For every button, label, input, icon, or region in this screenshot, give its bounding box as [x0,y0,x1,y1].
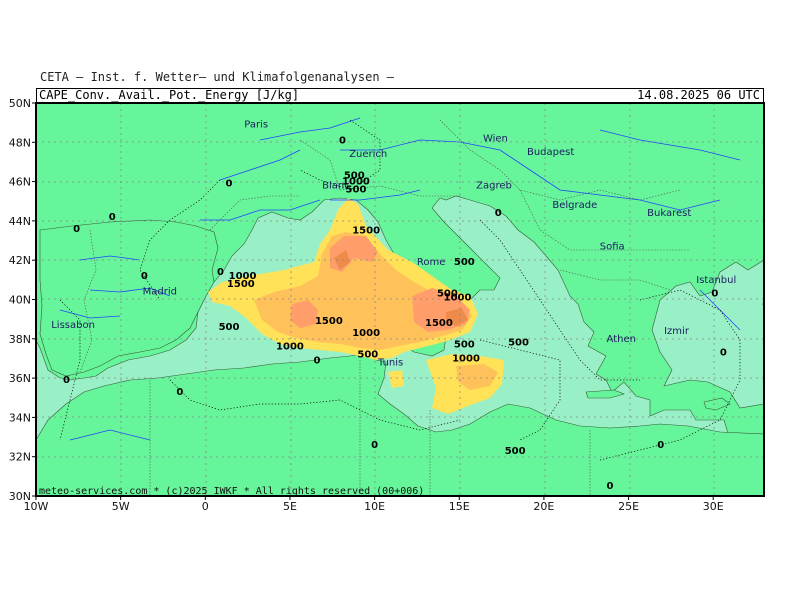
contour-value-label: 500 [454,257,475,268]
contour-value-label: 0 [720,348,727,359]
contour-value-label: 0 [217,267,224,278]
contour-value-label: 1500 [315,316,343,327]
contour-value-label: 1500 [227,279,255,290]
contour-value-label: 0 [657,440,664,451]
city-label-zagreb: Zagreb [476,181,512,192]
lon-tick-label: 5W [112,500,130,513]
lat-tick-label: 34N [9,411,31,424]
contour-value-label: 500 [346,184,367,195]
contour-value-label: 1000 [444,293,472,304]
lon-tick-label: 25E [618,500,639,513]
city-label-zuerich: Zuerich [349,149,387,160]
city-label-athen: Athen [607,334,636,345]
lat-tick-label: 38N [9,333,31,346]
contour-value-label: 0 [226,179,233,190]
city-label-wien: Wien [483,133,508,144]
city-label-rome: Rome [417,257,446,268]
lon-tick-label: 10W [24,500,49,513]
contour-value-label: 0 [606,481,613,492]
lat-tick-label: 50N [9,97,31,110]
city-label-lissabon: Lissabon [51,320,95,331]
contour-value-label: 0 [109,212,116,223]
lon-tick-label: 0 [202,500,209,513]
lat-tick-label: 44N [9,215,31,228]
contour-value-label: 1000 [452,353,480,364]
contour-value-label: 0 [371,440,378,451]
contour-value-label: 0 [339,135,346,146]
city-label-budapest: Budapest [527,147,574,158]
lat-tick-label: 48N [9,136,31,149]
lat-tick-label: 42N [9,254,31,267]
city-label-belgrade: Belgrade [552,200,597,211]
contour-value-label: 1000 [352,328,380,339]
longitude-axis: 10W 5W 0 5E 10E 15E 20E 25E 30E [24,496,724,513]
contour-value-label: 0 [176,387,183,398]
contour-value-label: 0 [711,289,718,300]
city-label-paris: Paris [244,120,268,131]
contour-value-label: 0 [495,208,502,219]
contour-value-label: 0 [63,375,70,386]
contour-value-label: 1500 [425,318,453,329]
contour-value-label: 0 [141,271,148,282]
city-label-izmir: Izmir [664,326,690,337]
contour-value-label: 500 [357,350,378,361]
contour-value-label: 500 [508,338,529,349]
contour-value-label: 1000 [276,342,304,353]
contour-value-label: 1500 [352,226,380,237]
city-label-istanbul: Istanbul [696,275,736,286]
city-label-ankara: Ankara [762,296,797,307]
city-label-sofia: Sofia [600,241,625,252]
weather-map: Paris Zuerich Wien Budapest Zagreb Belgrade Bu… [9,97,797,513]
lon-tick-label: 5E [283,500,297,513]
latitude-axis: 50N48N46N44N42N40N38N36N34N32N30N [9,97,36,503]
lon-tick-label: 30E [703,500,724,513]
lon-tick-label: 10E [364,500,385,513]
lat-tick-label: 46N [9,176,31,189]
lon-tick-label: 15E [449,500,470,513]
lat-tick-label: 32N [9,451,31,464]
contour-value-label: 0 [314,355,321,366]
city-label-bukarest: Bukarest [647,208,691,219]
contour-value-label: 500 [505,446,526,457]
city-label-tunis: Tunis [377,357,403,368]
lat-tick-label: 36N [9,372,31,385]
contour-value-label: 500 [454,340,475,351]
lon-tick-label: 20E [533,500,554,513]
city-label-madrid: Madrid [143,287,177,298]
contour-value-label: 0 [73,224,80,235]
contour-value-label: 500 [219,322,240,333]
lat-tick-label: 40N [9,294,31,307]
